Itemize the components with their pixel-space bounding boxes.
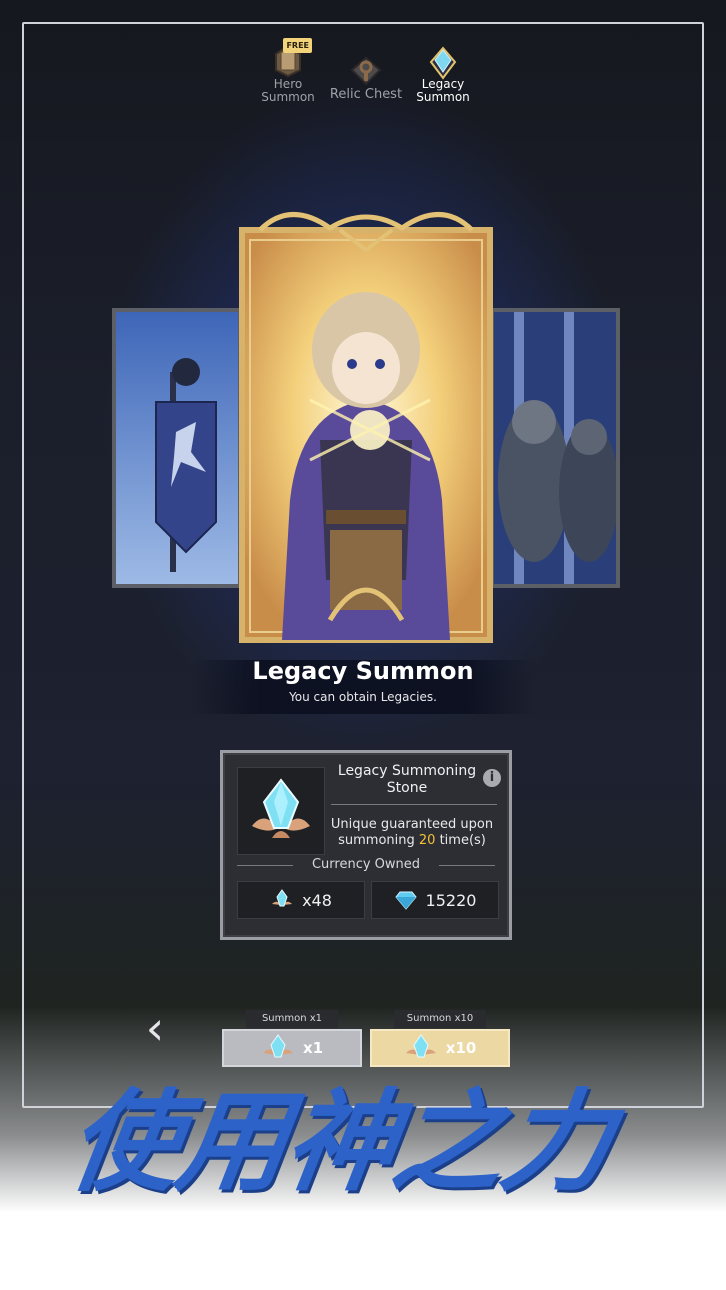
stone-currency: x48 (237, 881, 365, 919)
summon-mode-title: Legacy Summon (252, 657, 474, 685)
summoning-stone-icon (237, 767, 325, 855)
guarantee-text: Unique guaranteed upon summoning 20 time… (327, 817, 497, 849)
guarantee-suffix: time(s) (435, 833, 486, 848)
guarantee-count: 20 (418, 833, 436, 848)
diamond-icon (394, 891, 417, 910)
gem-currency: 15220 (371, 881, 499, 919)
card-left[interactable] (112, 308, 242, 588)
summon-x10-cost: x10 (445, 1039, 477, 1057)
summon-mode-subtitle: You can obtain Legacies. (289, 690, 437, 704)
stone-count: x48 (302, 890, 332, 910)
gem-count: 15220 (425, 890, 477, 910)
legacy-card-featured[interactable] (230, 200, 502, 646)
summon-x1-cost: x1 (302, 1039, 324, 1057)
game-screen: FREE Hero Summon Relic Chest Legacy Summ… (0, 0, 726, 1290)
free-badge: FREE (283, 38, 312, 53)
summon-x1-label: Summon x1 (246, 1010, 338, 1028)
crystal-icon (423, 42, 463, 82)
item-name: Legacy Summoning Stone (337, 763, 477, 796)
summoning-stone-icon (262, 1034, 293, 1058)
summon-x10-label: Summon x10 (394, 1010, 486, 1028)
summon-info-panel: Legacy Summoning Stone i Unique guarante… (220, 750, 512, 940)
promo-banner-text: 使用神之力 (61, 1078, 619, 1206)
tab-relic-chest[interactable]: Relic Chest (326, 50, 406, 101)
key-chest-icon (346, 50, 386, 90)
summoning-stone-icon (405, 1034, 436, 1058)
back-arrow-button[interactable]: ‹ (140, 1002, 170, 1054)
tab-label: Hero Summon (261, 77, 315, 104)
divider (439, 865, 495, 866)
info-icon[interactable]: i (483, 769, 501, 787)
scroll-icon: FREE (268, 38, 312, 80)
tab-hero-summon[interactable]: FREE Hero Summon (258, 38, 318, 104)
summoning-stone-icon (272, 889, 293, 907)
divider (331, 804, 497, 805)
tab-legacy-summon[interactable]: Legacy Summon (412, 42, 474, 104)
card-right[interactable] (490, 308, 620, 588)
